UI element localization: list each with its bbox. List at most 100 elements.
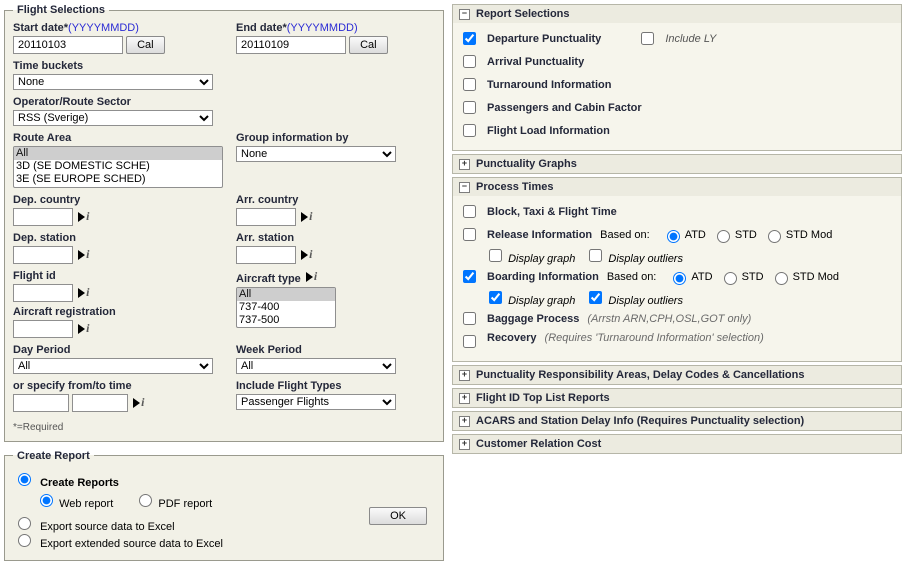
flight-selections-legend: Flight Selections [13, 4, 109, 16]
checkbox-label: Arrival Punctuality [487, 56, 584, 68]
process-times-section: − Process Times Block, Taxi & Flight Tim… [452, 177, 902, 362]
flight-selections-panel: Flight Selections Start date*(YYYYMMDD) … [4, 4, 444, 442]
boarding-stdmod-radio[interactable]: STD Mod [770, 269, 839, 285]
responsibility-areas-header[interactable]: + Punctuality Responsibility Areas, Dela… [453, 366, 901, 384]
info-icon[interactable] [301, 248, 315, 262]
checkbox-label: Baggage Process [487, 313, 579, 325]
expand-icon: + [459, 370, 470, 381]
expand-icon: + [459, 393, 470, 404]
responsibility-areas-section: + Punctuality Responsibility Areas, Dela… [452, 365, 902, 385]
recovery-note: (Requires 'Turnaround Information' selec… [545, 332, 764, 344]
info-icon[interactable] [78, 248, 92, 262]
boarding-info-checkbox[interactable] [463, 270, 476, 283]
process-times-header[interactable]: − Process Times [453, 178, 901, 196]
baggage-process-checkbox[interactable] [463, 312, 476, 325]
flight-load-info-checkbox[interactable] [463, 124, 476, 137]
flight-id-toplist-section: + Flight ID Top List Reports [452, 388, 902, 408]
create-report-legend: Create Report [13, 450, 94, 462]
end-date-cal-button[interactable]: Cal [349, 36, 388, 54]
customer-relation-cost-header[interactable]: + Customer Relation Cost [453, 435, 901, 453]
checkbox-label: Passengers and Cabin Factor [487, 102, 642, 114]
punctuality-graphs-section: + Punctuality Graphs [452, 154, 902, 174]
punctuality-graphs-header[interactable]: + Punctuality Graphs [453, 155, 901, 173]
required-footnote: *=Required [13, 422, 435, 433]
aircraft-reg-label: Aircraft registration [13, 306, 212, 318]
dep-country-label: Dep. country [13, 194, 212, 206]
collapse-icon: − [459, 182, 470, 193]
boarding-display-graph-checkbox[interactable]: Display graph [485, 288, 575, 307]
expand-icon: + [459, 159, 470, 170]
week-period-label: Week Period [236, 344, 435, 356]
info-icon[interactable] [78, 210, 92, 224]
release-display-outliers-checkbox[interactable]: Display outliers [585, 246, 683, 265]
info-icon[interactable] [133, 396, 147, 410]
operator-label: Operator/Route Sector [13, 96, 435, 108]
operator-select[interactable]: RSS (Sverige) [13, 110, 213, 126]
based-on-label: Based on: [607, 271, 657, 283]
boarding-std-radio[interactable]: STD [719, 269, 764, 285]
route-area-select[interactable]: All 3D (SE DOMESTIC SCHE) 3E (SE EUROPE … [13, 146, 223, 188]
release-stdmod-radio[interactable]: STD Mod [763, 227, 832, 243]
include-flight-types-select[interactable]: Passenger Flights [236, 394, 396, 410]
flight-id-input[interactable] [13, 284, 73, 302]
specify-time-label: or specify from/to time [13, 380, 212, 392]
aircraft-type-label: Aircraft type [236, 270, 435, 285]
release-std-radio[interactable]: STD [712, 227, 757, 243]
checkbox-label: Boarding Information [487, 271, 599, 283]
web-report-radio[interactable]: Web report [35, 498, 116, 510]
end-date-label: End date*(YYYYMMDD) [236, 22, 435, 34]
report-selections-header[interactable]: − Report Selections [453, 5, 901, 23]
expand-icon: + [459, 416, 470, 427]
block-taxi-checkbox[interactable] [463, 205, 476, 218]
time-from-input[interactable] [13, 394, 69, 412]
arrival-punctuality-checkbox[interactable] [463, 55, 476, 68]
start-date-cal-button[interactable]: Cal [126, 36, 165, 54]
checkbox-label: Flight Load Information [487, 125, 610, 137]
checkbox-label: Recovery [487, 332, 537, 344]
dep-station-input[interactable] [13, 246, 73, 264]
departure-punctuality-checkbox[interactable] [463, 32, 476, 45]
group-by-label: Group information by [236, 132, 435, 144]
info-icon[interactable] [78, 286, 92, 300]
end-date-input[interactable] [236, 36, 346, 54]
aircraft-reg-input[interactable] [13, 320, 73, 338]
release-display-graph-checkbox[interactable]: Display graph [485, 246, 575, 265]
info-icon[interactable] [301, 210, 315, 224]
arr-station-input[interactable] [236, 246, 296, 264]
aircraft-type-select[interactable]: All 737-400 737-500 [236, 287, 336, 329]
release-info-checkbox[interactable] [463, 228, 476, 241]
group-by-select[interactable]: None [236, 146, 396, 162]
week-period-select[interactable]: All [236, 358, 396, 374]
create-reports-radio[interactable]: Create Reports [13, 470, 435, 489]
boarding-display-outliers-checkbox[interactable]: Display outliers [585, 288, 683, 307]
arr-country-label: Arr. country [236, 194, 435, 206]
checkbox-label: Departure Punctuality [487, 33, 601, 45]
day-period-select[interactable]: All [13, 358, 213, 374]
info-icon[interactable] [306, 270, 320, 284]
flight-id-toplist-header[interactable]: + Flight ID Top List Reports [453, 389, 901, 407]
time-buckets-label: Time buckets [13, 60, 435, 72]
release-atd-radio[interactable]: ATD [662, 227, 706, 243]
pdf-report-radio[interactable]: PDF report [134, 498, 212, 510]
start-date-input[interactable] [13, 36, 123, 54]
dep-country-input[interactable] [13, 208, 73, 226]
time-buckets-select[interactable]: None [13, 74, 213, 90]
flight-id-label: Flight id [13, 270, 212, 282]
export-extended-excel-radio[interactable]: Export extended source data to Excel [13, 531, 435, 550]
arr-country-input[interactable] [236, 208, 296, 226]
ok-button[interactable]: OK [369, 507, 427, 525]
time-to-input[interactable] [72, 394, 128, 412]
passengers-cabin-factor-checkbox[interactable] [463, 101, 476, 114]
info-icon[interactable] [78, 322, 92, 336]
dep-station-label: Dep. station [13, 232, 212, 244]
report-selections-section: − Report Selections Departure Punctualit… [452, 4, 902, 151]
boarding-atd-radio[interactable]: ATD [668, 269, 712, 285]
include-ly-label: Include LY [665, 33, 716, 45]
checkbox-label: Block, Taxi & Flight Time [487, 206, 617, 218]
acars-section: + ACARS and Station Delay Info (Requires… [452, 411, 902, 431]
day-period-label: Day Period [13, 344, 212, 356]
recovery-checkbox[interactable] [463, 335, 476, 348]
include-ly-checkbox[interactable] [641, 32, 654, 45]
turnaround-info-checkbox[interactable] [463, 78, 476, 91]
acars-header[interactable]: + ACARS and Station Delay Info (Requires… [453, 412, 901, 430]
